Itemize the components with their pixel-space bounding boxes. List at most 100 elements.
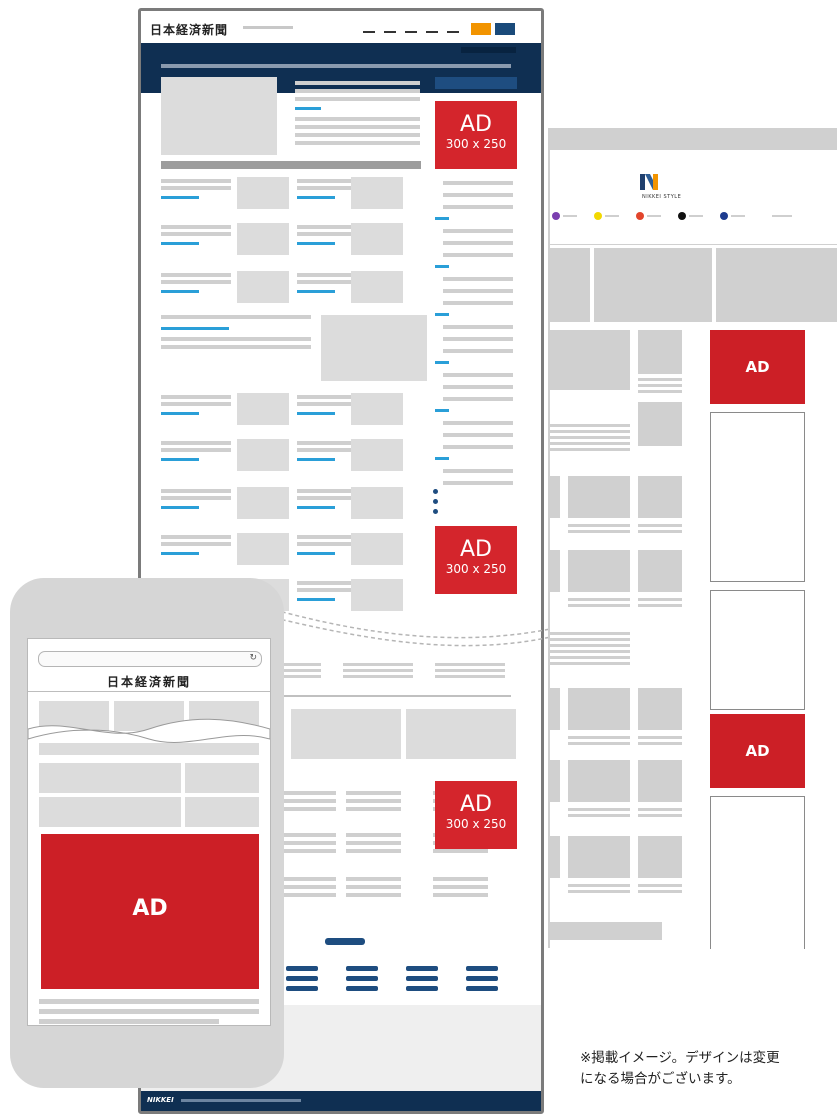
desktop-ad-1: AD 300 x 250 (435, 101, 517, 169)
menu-dot-icon (636, 212, 644, 220)
hamburger-icon (466, 966, 498, 971)
style-article-image (638, 836, 682, 878)
article-text-line (161, 402, 231, 406)
style-article-line (550, 656, 630, 659)
lower-small-text (343, 663, 413, 666)
right-column-line (435, 361, 449, 364)
style-article-image (568, 836, 630, 878)
article-link (297, 458, 335, 461)
phone-text-line (39, 1009, 259, 1014)
style-article-image (638, 760, 682, 802)
ad-label: AD (132, 896, 168, 921)
lower-text-line (346, 807, 401, 811)
article-text-line (161, 441, 231, 445)
style-article-line (550, 430, 630, 433)
article-thumbnail (237, 439, 289, 471)
style-article-line (550, 644, 630, 647)
reload-icon: ↻ (249, 653, 257, 663)
header-orange-button (471, 23, 491, 35)
feature-image (321, 315, 427, 381)
style-hero-block (594, 248, 712, 322)
phone-tile (185, 763, 259, 793)
hamburger-icon (406, 976, 438, 981)
lower-text-line (346, 791, 401, 795)
phone-logo: 日本経済新聞 (106, 675, 191, 689)
article-text-line (161, 225, 231, 229)
right-column-line (435, 217, 449, 220)
style-article-image (550, 760, 560, 802)
style-article-line (638, 390, 682, 393)
menu-item-label (772, 215, 792, 217)
ad-label: AD (745, 742, 770, 760)
article-text-line (161, 489, 231, 493)
lower-text-line (433, 849, 488, 853)
menu-dot-icon (552, 212, 560, 220)
ad-label: AD (460, 537, 492, 562)
phone-text-line (39, 1019, 219, 1024)
style-article-line (638, 808, 682, 811)
right-column-line (443, 349, 513, 353)
style-article-image (638, 476, 682, 518)
article-link (161, 290, 199, 293)
style-article-image (568, 688, 630, 730)
article-link (161, 196, 199, 199)
lower-text-line (346, 833, 401, 837)
menu-dot-icon (594, 212, 602, 220)
article-link (161, 552, 199, 555)
right-column-line (443, 289, 513, 293)
nikkei-style-mockup: NIKKEI STYLE AD AD (548, 128, 837, 949)
lower-small-text (343, 675, 413, 678)
hamburger-icon (286, 966, 318, 971)
connector-line (274, 609, 556, 639)
article-link (297, 290, 335, 293)
article-thumbnail (351, 177, 403, 209)
style-article-list (550, 328, 710, 928)
menu-item-label (731, 215, 745, 217)
style-hero-block (550, 248, 590, 322)
article-text-line (161, 280, 231, 284)
style-article-line (638, 742, 682, 745)
style-sidebar-box (710, 796, 805, 949)
right-column-line (443, 205, 513, 209)
style-article-image (568, 550, 630, 592)
article-link (161, 458, 199, 461)
style-article-line (550, 650, 630, 653)
note-line-2: になる場合がございます。 (580, 1071, 741, 1087)
phone-tile (39, 797, 181, 827)
lower-text-line (346, 877, 401, 881)
article-thumbnail (237, 487, 289, 519)
style-article-line (550, 436, 630, 439)
style-article-line (638, 814, 682, 817)
style-article-line (638, 736, 682, 739)
ad-size: 300 x 250 (445, 137, 507, 151)
lower-text-line (346, 893, 401, 897)
phone-text-line (39, 999, 259, 1004)
style-article-line (568, 884, 630, 887)
article-thumbnail (237, 393, 289, 425)
ad-label: AD (460, 112, 492, 137)
ad-size: 300 x 250 (445, 562, 507, 576)
lower-text-line (346, 841, 401, 845)
style-article-image (550, 476, 560, 518)
menu-item-label (563, 215, 577, 217)
style-article-line (638, 530, 682, 533)
style-article-line (638, 598, 682, 601)
navbar-search (461, 47, 516, 53)
style-article-line (568, 530, 630, 533)
article-link (161, 412, 199, 415)
article-link (297, 196, 335, 199)
style-article-image (550, 330, 630, 390)
article-text-line (161, 496, 231, 500)
right-column-line (443, 193, 513, 197)
phone-ad: AD (41, 834, 259, 989)
style-article-line (638, 524, 682, 527)
style-article-image (550, 688, 560, 730)
article-link (297, 506, 335, 509)
style-article-line (568, 524, 630, 527)
style-article-image (638, 330, 682, 374)
connector-curves (274, 609, 556, 647)
right-column-line (443, 337, 513, 341)
lower-text-line (281, 893, 336, 897)
style-ad-2: AD (710, 714, 805, 788)
lower-small-text (435, 669, 505, 672)
